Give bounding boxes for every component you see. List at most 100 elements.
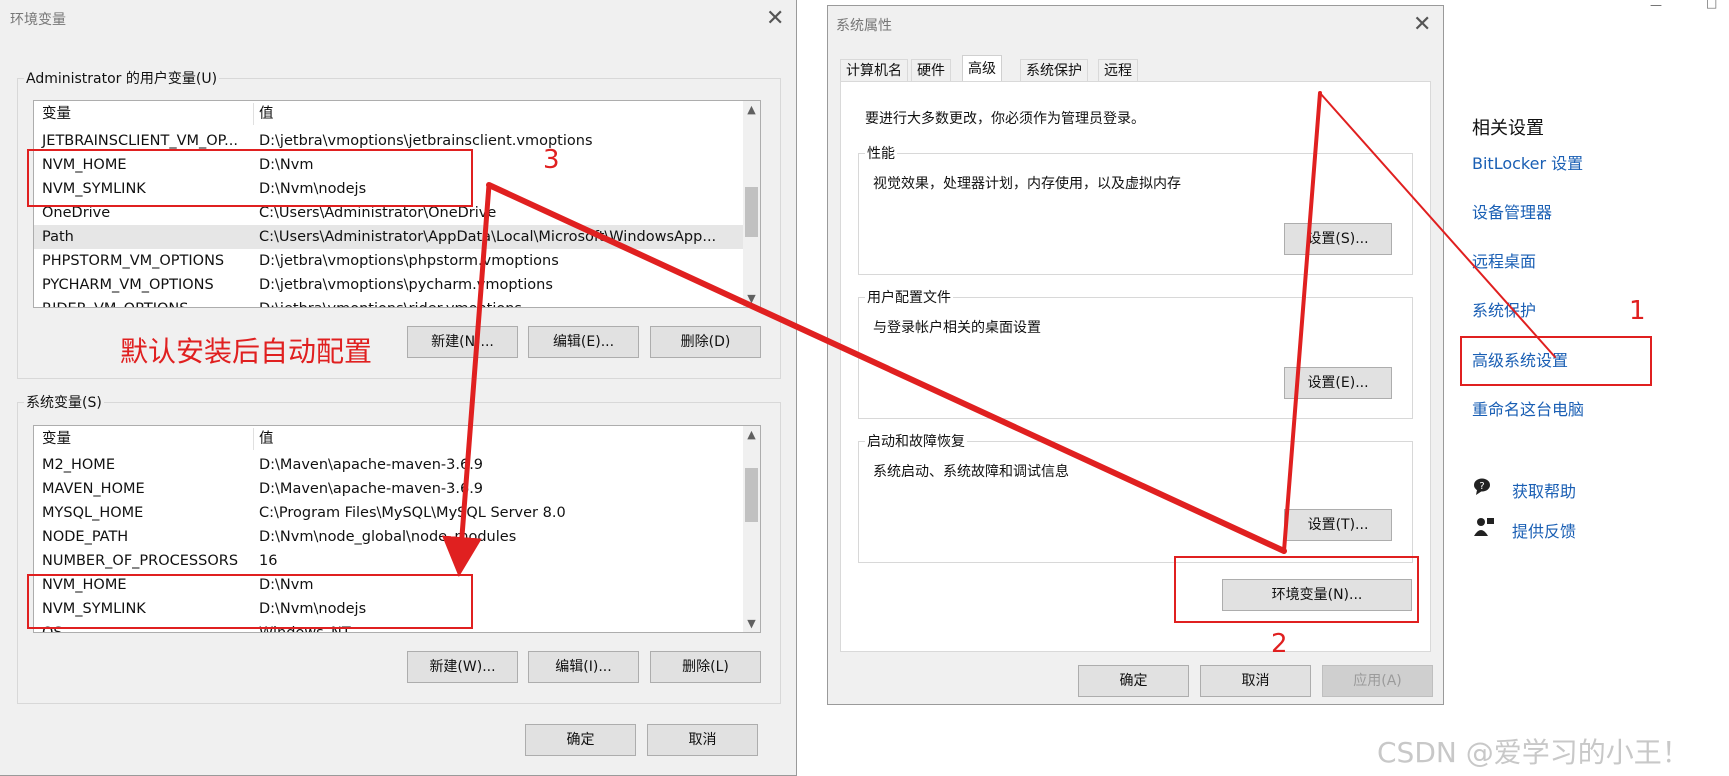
tab-advanced[interactable]: 高级: [962, 55, 1002, 81]
startup-recovery-group: [858, 441, 1413, 563]
startup-recovery-description: 系统启动、系统故障和调试信息: [873, 464, 1069, 480]
scroll-up-icon[interactable]: ▲: [743, 426, 760, 443]
var-name: MYSQL_HOME: [42, 505, 144, 521]
auto-config-annotation: 默认安装后自动配置: [120, 335, 373, 368]
var-name: MAVEN_HOME: [42, 481, 145, 497]
startup-recovery-settings-button[interactable]: 设置(T)...: [1284, 509, 1392, 541]
column-header-value[interactable]: 值: [259, 101, 274, 127]
sys-props-apply-button: 应用(A): [1322, 665, 1433, 697]
performance-settings-button[interactable]: 设置(S)...: [1284, 223, 1392, 255]
link-get-help[interactable]: 获取帮助: [1512, 478, 1576, 502]
sys-new-button[interactable]: 新建(W)...: [407, 651, 518, 683]
var-name: RIDER_VM_OPTIONS: [42, 297, 188, 307]
highlight-env-vars-button: [1174, 556, 1419, 623]
column-divider[interactable]: [253, 103, 254, 125]
close-icon[interactable]: ✕: [1413, 14, 1431, 36]
table-row[interactable]: NODE_PATH D:\Nvm\node_global\node_modules: [34, 525, 760, 549]
sys-edit-button[interactable]: 编辑(I)...: [528, 651, 639, 683]
var-value: D:\Maven\apache-maven-3.6.9: [259, 457, 484, 473]
link-device-manager[interactable]: 设备管理器: [1472, 199, 1552, 223]
performance-description: 视觉效果，处理器计划，内存使用，以及虚拟内存: [873, 176, 1181, 192]
scroll-up-icon[interactable]: ▲: [743, 101, 760, 118]
list-header: 变量 值: [34, 101, 760, 127]
var-name: NUMBER_OF_PROCESSORS: [42, 553, 239, 569]
highlight-advanced-system-settings: [1460, 336, 1652, 386]
user-vars-scrollbar[interactable]: ▲ ▼: [743, 101, 760, 307]
watermark: CSDN @爱学习的小王！: [1377, 736, 1690, 769]
minimize-icon[interactable]: —: [1650, 0, 1662, 12]
scrollbar-thumb[interactable]: [745, 187, 758, 237]
step-1-label: 1: [1629, 296, 1646, 326]
restore-icon[interactable]: □: [1706, 0, 1717, 10]
table-row[interactable]: RIDER_VM_OPTIONS D:\jetbra\vmoptions\ride…: [34, 297, 760, 307]
column-header-variable[interactable]: 变量: [42, 101, 71, 127]
highlight-user-nvm-rows: [27, 149, 473, 207]
performance-label: 性能: [865, 143, 897, 163]
startup-recovery-label: 启动和故障恢复: [865, 431, 967, 451]
env-ok-button[interactable]: 确定: [525, 724, 636, 756]
close-icon[interactable]: ✕: [766, 8, 784, 30]
table-row[interactable]: M2_HOME D:\Maven\apache-maven-3.6.9: [34, 453, 760, 477]
var-value: 16: [259, 553, 278, 569]
user-vars-group-label: Administrator 的用户变量(U): [24, 68, 220, 88]
user-delete-button[interactable]: 删除(D): [650, 326, 761, 358]
link-remote-desktop[interactable]: 远程桌面: [1472, 248, 1536, 272]
var-value: D:\jetbra\vmoptions\pycharm.vmoptions: [259, 277, 553, 293]
var-value: D:\Maven\apache-maven-3.6.9: [259, 481, 484, 497]
table-row[interactable]: MAVEN_HOME D:\Maven\apache-maven-3.6.9: [34, 477, 760, 501]
link-bitlocker[interactable]: BitLocker 设置: [1472, 150, 1583, 174]
scroll-down-icon[interactable]: ▼: [743, 615, 760, 632]
tab-hardware[interactable]: 硬件: [911, 59, 951, 81]
user-profile-settings-button[interactable]: 设置(E)...: [1284, 367, 1392, 399]
var-value: D:\jetbra\vmoptions\phpstorm.vmoptions: [259, 253, 559, 269]
env-dialog-title: 环境变量: [10, 12, 66, 28]
column-header-value[interactable]: 值: [259, 426, 274, 452]
link-rename-pc[interactable]: 重命名这台电脑: [1472, 396, 1584, 420]
sys-props-cancel-button[interactable]: 取消: [1200, 665, 1311, 697]
var-value: C:\Program Files\MySQL\MySQL Server 8.0: [259, 505, 566, 521]
feedback-icon: [1473, 516, 1495, 538]
sys-delete-button[interactable]: 删除(L): [650, 651, 761, 683]
tab-remote[interactable]: 远程: [1098, 59, 1138, 81]
help-icon: ?: [1473, 477, 1495, 497]
highlight-sys-nvm-rows: [27, 574, 473, 629]
table-row[interactable]: MYSQL_HOME C:\Program Files\MySQL\MySQL S…: [34, 501, 760, 525]
table-row[interactable]: NUMBER_OF_PROCESSORS 16: [34, 549, 760, 573]
scroll-down-icon[interactable]: ▼: [743, 290, 760, 307]
var-name: NODE_PATH: [42, 529, 129, 545]
table-row[interactable]: PHPSTORM_VM_OPTIONS D:\jetbra\vmoptions\p…: [34, 249, 760, 273]
svg-text:?: ?: [1479, 481, 1484, 492]
var-name: PYCHARM_VM_OPTIONS: [42, 277, 214, 293]
sys-props-title: 系统属性: [836, 18, 892, 34]
table-row-selected[interactable]: Path C:\Users\Administrator\AppData\Local…: [34, 225, 760, 249]
sys-vars-scrollbar[interactable]: ▲ ▼: [743, 426, 760, 632]
sys-props-ok-button[interactable]: 确定: [1078, 665, 1189, 697]
sys-vars-group-label: 系统变量(S): [24, 392, 104, 412]
user-edit-button[interactable]: 编辑(E)...: [528, 326, 639, 358]
list-header: 变量 值: [34, 426, 760, 452]
table-row[interactable]: PYCHARM_VM_OPTIONS D:\jetbra\vmoptions\py…: [34, 273, 760, 297]
column-divider[interactable]: [253, 428, 254, 450]
var-name: PHPSTORM_VM_OPTIONS: [42, 253, 225, 269]
link-give-feedback[interactable]: 提供反馈: [1512, 518, 1576, 542]
user-new-button[interactable]: 新建(N)...: [407, 326, 518, 358]
link-system-protection[interactable]: 系统保护: [1472, 297, 1536, 321]
user-profile-label: 用户配置文件: [865, 287, 953, 307]
admin-note: 要进行大多数更改，你必须作为管理员登录。: [865, 111, 1145, 127]
tab-computer-name[interactable]: 计算机名: [840, 59, 908, 81]
var-value: D:\Nvm\node_global\node_modules: [259, 529, 517, 545]
related-settings-heading: 相关设置: [1472, 118, 1544, 139]
var-name: Path: [42, 229, 74, 245]
user-profile-group: [858, 297, 1413, 419]
performance-group: [858, 153, 1413, 275]
step-3-label: 3: [543, 145, 560, 175]
column-header-variable[interactable]: 变量: [42, 426, 71, 452]
user-profile-description: 与登录帐户相关的桌面设置: [873, 320, 1041, 336]
env-cancel-button[interactable]: 取消: [647, 724, 758, 756]
step-2-label: 2: [1271, 629, 1288, 659]
var-value: D:\jetbra\vmoptions\rider.vmoptions: [259, 297, 522, 307]
tab-system-protection[interactable]: 系统保护: [1020, 59, 1088, 81]
env-vars-dialog: 环境变量 ✕ Administrator 的用户变量(U) 变量 值 JETBR…: [0, 0, 797, 776]
scrollbar-thumb[interactable]: [745, 468, 758, 522]
var-name: M2_HOME: [42, 457, 115, 473]
